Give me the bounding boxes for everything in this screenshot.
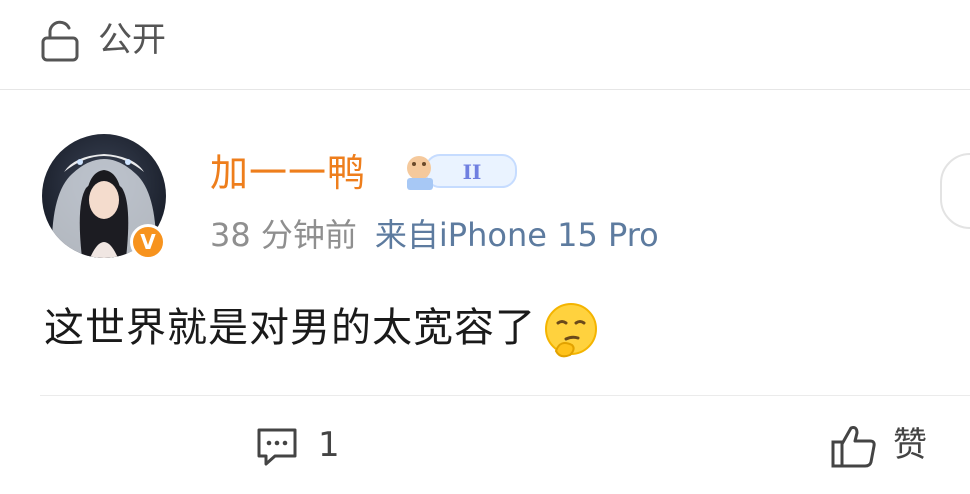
avatar[interactable]: V xyxy=(42,128,168,260)
visibility-label[interactable]: 公开 xyxy=(98,16,166,64)
divider xyxy=(0,89,970,90)
level-badge-icon: II xyxy=(407,154,517,190)
like-button-label[interactable]: 赞 xyxy=(893,420,927,470)
username[interactable]: 加一一鸭 xyxy=(210,148,366,198)
post-text: 这世界就是对男的太宽容了 xyxy=(44,305,536,351)
follow-button[interactable] xyxy=(940,153,970,229)
divider xyxy=(40,395,970,396)
top-bar: 公开 xyxy=(0,0,970,88)
thinking-smirk-emoji-icon xyxy=(545,303,597,358)
svg-text:II: II xyxy=(463,160,482,184)
post-meta: 38 分钟前 来自iPhone 15 Pro xyxy=(210,212,659,258)
post-time: 38 分钟前 xyxy=(210,216,357,254)
lock-open-icon xyxy=(41,20,79,62)
post-content: 这世界就是对男的太宽容了 xyxy=(44,300,600,359)
reply-count[interactable]: 1 xyxy=(318,420,340,470)
verified-badge-icon: V xyxy=(130,224,166,260)
post-source: 来自iPhone 15 Pro xyxy=(374,216,659,254)
thumbs-up-icon[interactable] xyxy=(830,424,878,470)
comment-icon[interactable] xyxy=(255,426,299,468)
